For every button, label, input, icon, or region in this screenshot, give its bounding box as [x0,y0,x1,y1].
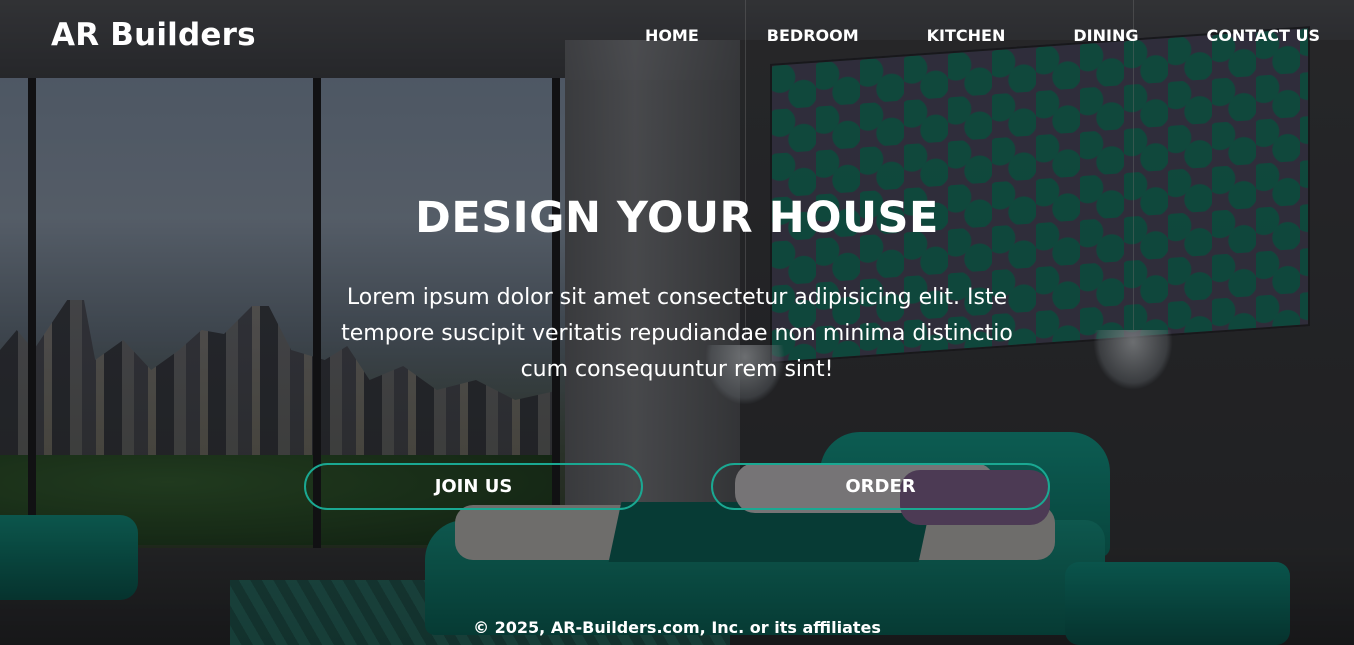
hero-description: Lorem ipsum dolor sit amet consectetur a… [341,285,1013,382]
hero-section: AR Builders HOME BEDROOM KITCHEN DINING … [0,0,1354,645]
main-nav: HOME BEDROOM KITCHEN DINING CONTACT US [645,26,1320,45]
nav-item-kitchen[interactable]: KITCHEN [927,26,1006,45]
copyright-footer: © 2025, AR-Builders.com, Inc. or its aff… [473,618,881,637]
order-button[interactable]: ORDER [711,463,1050,510]
brand-logo[interactable]: AR Builders [51,17,256,53]
nav-item-contact-us[interactable]: CONTACT US [1206,26,1320,45]
hero-title: DESIGN YOUR HOUSE [415,193,939,243]
join-us-button[interactable]: JOIN US [304,463,643,510]
nav-item-home[interactable]: HOME [645,26,699,45]
nav-item-dining[interactable]: DINING [1073,26,1138,45]
site-header: AR Builders HOME BEDROOM KITCHEN DINING … [0,0,1354,70]
nav-item-bedroom[interactable]: BEDROOM [767,26,859,45]
